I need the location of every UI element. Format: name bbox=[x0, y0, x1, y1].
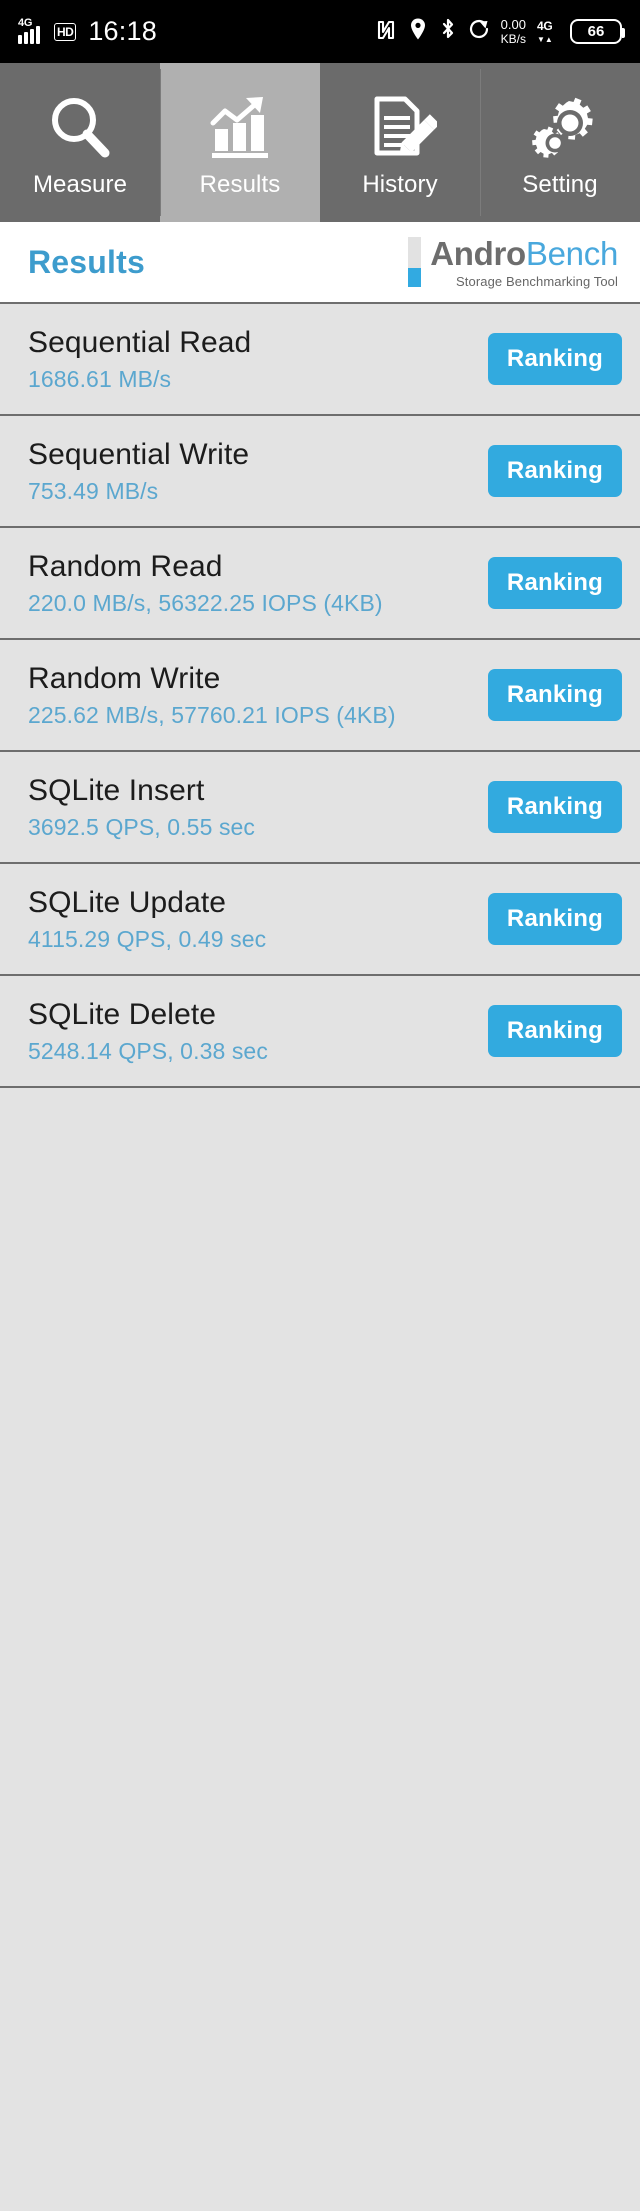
ranking-button[interactable]: Ranking bbox=[487, 557, 622, 609]
ranking-button[interactable]: Ranking bbox=[487, 893, 622, 945]
logo-tagline: Storage Benchmarking Tool bbox=[456, 273, 618, 289]
hd-badge-icon: HD bbox=[54, 22, 77, 41]
row-texts: SQLite Update 4115.29 QPS, 0.49 sec bbox=[28, 886, 266, 953]
tab-setting[interactable]: Setting bbox=[480, 63, 640, 222]
signal-strength-icon: 4G bbox=[18, 16, 46, 44]
tab-measure-label: Measure bbox=[32, 170, 128, 198]
status-bar: 4G HD 16:18 0.00 KB/s 4G ▼▲ 66 bbox=[0, 0, 640, 63]
row-texts: SQLite Insert 3692.5 QPS, 0.55 sec bbox=[28, 774, 255, 841]
table-row[interactable]: Random Write 225.62 MB/s, 57760.21 IOPS … bbox=[0, 640, 640, 752]
status-bar-clock: 16:18 bbox=[88, 16, 157, 46]
mobile-data-label: 4G bbox=[537, 18, 553, 33]
logo-text: AndroBench Storage Benchmarking Tool bbox=[430, 237, 618, 288]
bluetooth-icon bbox=[439, 17, 457, 46]
table-row[interactable]: Sequential Write 753.49 MB/s Ranking bbox=[0, 416, 640, 528]
benchmark-name: Sequential Read bbox=[28, 325, 252, 359]
logo-wordmark: AndroBench bbox=[430, 237, 618, 270]
ranking-button[interactable]: Ranking bbox=[487, 669, 622, 721]
screen-rotation-icon bbox=[468, 17, 490, 46]
tab-results-label: Results bbox=[199, 170, 281, 198]
benchmark-value: 3692.5 QPS, 0.55 sec bbox=[28, 813, 256, 840]
row-texts: SQLite Delete 5248.14 QPS, 0.38 sec bbox=[28, 998, 268, 1065]
table-row[interactable]: SQLite Delete 5248.14 QPS, 0.38 sec Rank… bbox=[0, 976, 640, 1088]
document-pencil-icon bbox=[363, 91, 437, 165]
androbench-logo: AndroBench Storage Benchmarking Tool bbox=[408, 237, 618, 288]
benchmark-value: 753.49 MB/s bbox=[28, 477, 159, 504]
benchmark-name: Sequential Write bbox=[28, 437, 250, 471]
location-pin-icon bbox=[408, 17, 428, 46]
network-speed-indicator: 0.00 KB/s bbox=[501, 18, 526, 45]
tab-history-label: History bbox=[362, 170, 438, 198]
row-texts: Sequential Read 1686.61 MB/s bbox=[28, 326, 251, 393]
main-tab-bar: Measure Results History Setting bbox=[0, 63, 640, 222]
tab-history[interactable]: History bbox=[320, 63, 480, 222]
mobile-data-icon: 4G ▼▲ bbox=[537, 19, 559, 45]
logo-bar-icon bbox=[408, 237, 422, 287]
network-speed-unit: KB/s bbox=[500, 31, 526, 46]
table-row[interactable]: Sequential Read 1686.61 MB/s Ranking bbox=[0, 304, 640, 416]
ranking-button[interactable]: Ranking bbox=[487, 333, 622, 385]
page-header: Results AndroBench Storage Benchmarking … bbox=[0, 222, 640, 304]
list-empty-area bbox=[0, 1088, 640, 2211]
page-title: Results bbox=[28, 243, 145, 280]
nfc-icon bbox=[375, 17, 397, 46]
data-traffic-arrows: ▼▲ bbox=[537, 34, 553, 44]
tab-setting-label: Setting bbox=[522, 170, 598, 198]
status-bar-right: 0.00 KB/s 4G ▼▲ 66 bbox=[375, 17, 625, 46]
tab-results[interactable]: Results bbox=[160, 63, 320, 222]
logo-word-bench: Bench bbox=[525, 234, 618, 272]
magnifier-icon bbox=[43, 91, 117, 165]
bar-chart-arrow-icon bbox=[203, 91, 277, 165]
benchmark-name: SQLite Insert bbox=[28, 773, 205, 807]
network-speed-value: 0.00 bbox=[500, 17, 526, 33]
results-list: Sequential Read 1686.61 MB/s Ranking Seq… bbox=[0, 304, 640, 2211]
row-texts: Random Read 220.0 MB/s, 56322.25 IOPS (4… bbox=[28, 550, 383, 617]
signal-network-label: 4G bbox=[18, 16, 33, 29]
table-row[interactable]: SQLite Insert 3692.5 QPS, 0.55 sec Ranki… bbox=[0, 752, 640, 864]
ranking-button[interactable]: Ranking bbox=[487, 445, 622, 497]
benchmark-value: 220.0 MB/s, 56322.25 IOPS (4KB) bbox=[28, 589, 383, 616]
tab-measure[interactable]: Measure bbox=[0, 63, 160, 222]
ranking-button[interactable]: Ranking bbox=[487, 1005, 622, 1057]
benchmark-value: 4115.29 QPS, 0.49 sec bbox=[28, 925, 267, 952]
status-bar-left: 4G HD 16:18 bbox=[18, 16, 157, 47]
benchmark-name: SQLite Delete bbox=[28, 997, 217, 1031]
table-row[interactable]: SQLite Update 4115.29 QPS, 0.49 sec Rank… bbox=[0, 864, 640, 976]
ranking-button[interactable]: Ranking bbox=[487, 781, 622, 833]
gears-icon bbox=[523, 91, 597, 165]
battery-icon: 66 bbox=[570, 19, 625, 44]
logo-word-andro: Andro bbox=[430, 234, 526, 272]
table-row[interactable]: Random Read 220.0 MB/s, 56322.25 IOPS (4… bbox=[0, 528, 640, 640]
benchmark-value: 5248.14 QPS, 0.38 sec bbox=[28, 1037, 268, 1064]
benchmark-name: Random Write bbox=[28, 661, 221, 695]
benchmark-name: SQLite Update bbox=[28, 885, 227, 919]
row-texts: Random Write 225.62 MB/s, 57760.21 IOPS … bbox=[28, 662, 396, 729]
row-texts: Sequential Write 753.49 MB/s bbox=[28, 438, 249, 505]
benchmark-value: 1686.61 MB/s bbox=[28, 365, 172, 392]
benchmark-value: 225.62 MB/s, 57760.21 IOPS (4KB) bbox=[28, 701, 396, 728]
benchmark-name: Random Read bbox=[28, 549, 223, 583]
battery-level-label: 66 bbox=[587, 23, 605, 40]
